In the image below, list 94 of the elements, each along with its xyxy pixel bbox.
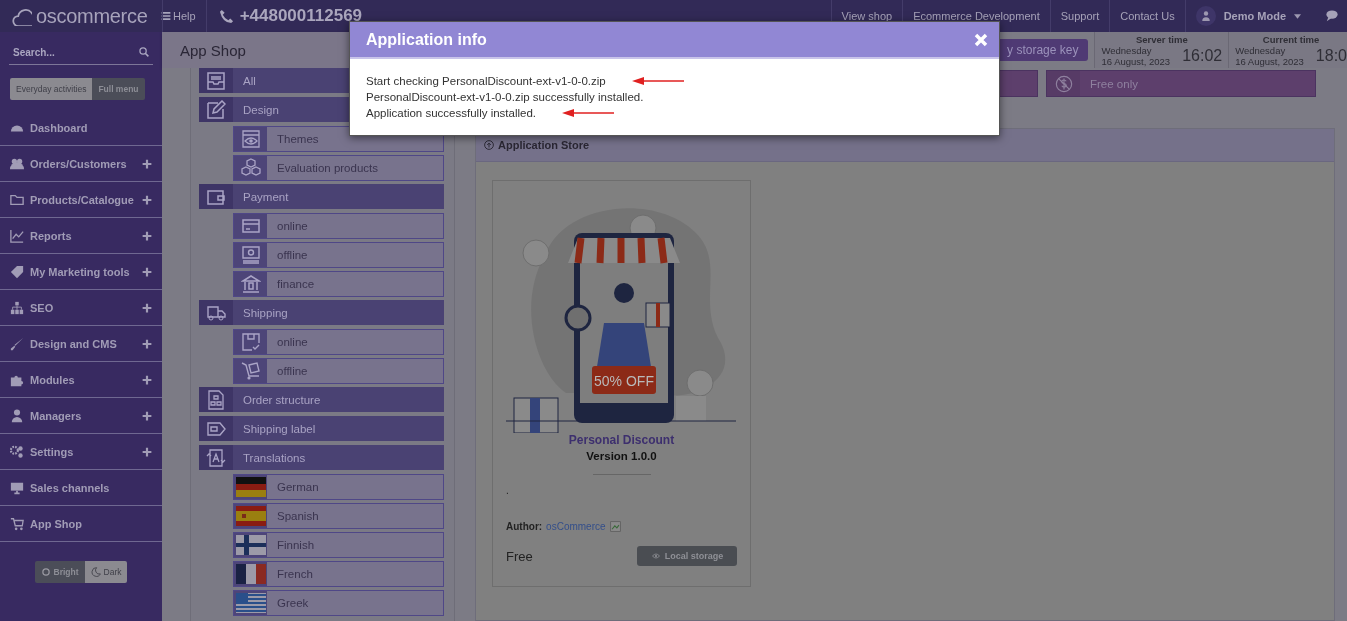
users-icon: [10, 156, 24, 171]
menu-icon: [161, 11, 172, 21]
chat-icon: [1325, 10, 1339, 22]
cart-icon: [10, 516, 24, 531]
subcategory-item[interactable]: offline: [233, 242, 444, 268]
plus-icon: [142, 410, 152, 421]
banknote-icon: [240, 245, 261, 265]
folder-icon: [10, 192, 24, 207]
phone-icon: [218, 8, 234, 24]
sun-icon: [40, 567, 51, 577]
cubes-icon: [240, 158, 261, 178]
search-field[interactable]: Search...: [9, 40, 153, 65]
plus-icon: [142, 266, 152, 277]
clock-time: 18:0: [1315, 47, 1347, 65]
discount-label: 50% OFF: [594, 373, 654, 389]
eye-icon: [240, 129, 261, 149]
plus-icon: [142, 374, 152, 385]
subcategory-item[interactable]: offline: [233, 358, 444, 384]
flag-icon: [235, 564, 266, 584]
category-item[interactable]: Shipping label: [199, 416, 444, 441]
subcategory-item[interactable]: German: [233, 474, 444, 500]
subcategory-item[interactable]: finance: [233, 271, 444, 297]
user-icon: [1200, 11, 1211, 21]
app-name[interactable]: Personal Discount: [506, 433, 737, 447]
app-version: Version 1.0.0: [585, 450, 658, 462]
plus-icon: [142, 158, 152, 169]
subcategory-item[interactable]: Evaluation products: [233, 155, 444, 181]
caret-icon: [1294, 13, 1301, 19]
author-label: Author:: [506, 521, 543, 532]
local-storage-button[interactable]: Local storage: [637, 546, 737, 566]
chart-icon: [10, 228, 24, 243]
author-link[interactable]: osCommerce: [546, 521, 606, 532]
close-icon: [973, 31, 989, 48]
app-price: Free: [506, 548, 533, 564]
logo-text[interactable]: oscommerce: [36, 4, 148, 28]
page-title: App Shop: [180, 41, 246, 59]
filter-button[interactable]: Free only: [1046, 70, 1316, 97]
gears-icon: [10, 444, 24, 459]
sitemap-icon: [10, 300, 24, 315]
trolley-icon: [240, 361, 261, 381]
flag-icon: [235, 506, 266, 526]
panel-title: Application Store: [498, 139, 590, 151]
clock-date: 16 August, 2023: [1235, 56, 1304, 67]
card-icon: [240, 216, 261, 236]
theme-toggle[interactable]: Bright: [34, 561, 85, 583]
flag-icon: [235, 535, 266, 555]
app-description: .: [506, 485, 509, 496]
plus-icon: [142, 338, 152, 349]
brush-icon: [10, 336, 24, 351]
category-item[interactable]: Translations: [199, 445, 444, 470]
subcategory-item[interactable]: online: [233, 213, 444, 239]
no-dollar-icon: [1054, 74, 1073, 93]
subcategory-item[interactable]: Finnish: [233, 532, 444, 558]
clock-time: 16:02: [1182, 47, 1223, 65]
user-name[interactable]: Demo Mode: [1223, 10, 1286, 22]
clock-day: Wednesday: [1235, 45, 1304, 56]
subcategory-item[interactable]: Greek: [233, 590, 444, 616]
broken-image-icon: [609, 521, 621, 532]
moon-icon: [90, 567, 101, 577]
monitor-icon: [10, 480, 24, 495]
clock-day: Wednesday: [1101, 45, 1171, 56]
menu-mode-toggle[interactable]: Everyday activities: [10, 78, 93, 100]
document-icon: [206, 389, 226, 410]
eye-icon: [650, 552, 661, 560]
category-item[interactable]: Payment: [199, 184, 444, 209]
pencil-icon: [206, 99, 226, 120]
search-icon: [139, 47, 149, 57]
user-icon: [10, 408, 24, 423]
subcategory-item[interactable]: Spanish: [233, 503, 444, 529]
category-item[interactable]: Order structure: [199, 387, 444, 412]
subcategory-item[interactable]: French: [233, 561, 444, 587]
clock-date: 16 August, 2023: [1101, 56, 1171, 67]
inbox-icon: [206, 70, 226, 91]
dialog-title: Application info: [366, 30, 487, 49]
flag-icon: [235, 477, 266, 497]
circle-arrow-icon: [484, 140, 494, 150]
tag-icon: [10, 264, 24, 279]
subcategory-item[interactable]: online: [233, 329, 444, 355]
plus-icon: [142, 446, 152, 457]
bank-icon: [240, 274, 261, 294]
category-item[interactable]: Shipping: [199, 300, 444, 325]
box-icon: [240, 332, 261, 352]
menu-mode-toggle[interactable]: Full menu: [92, 78, 145, 100]
close-button[interactable]: [973, 31, 989, 48]
plus-icon: [142, 230, 152, 241]
translate-icon: [206, 447, 226, 468]
clock-label: Current time: [1261, 34, 1321, 45]
plus-icon: [142, 302, 152, 313]
logo-icon: [12, 6, 32, 26]
plus-icon: [142, 194, 152, 205]
theme-toggle[interactable]: Dark: [84, 561, 128, 583]
clock-label: Server time: [1134, 34, 1189, 45]
phone-number: +448000112569: [239, 6, 363, 26]
flag-icon: [235, 593, 266, 613]
